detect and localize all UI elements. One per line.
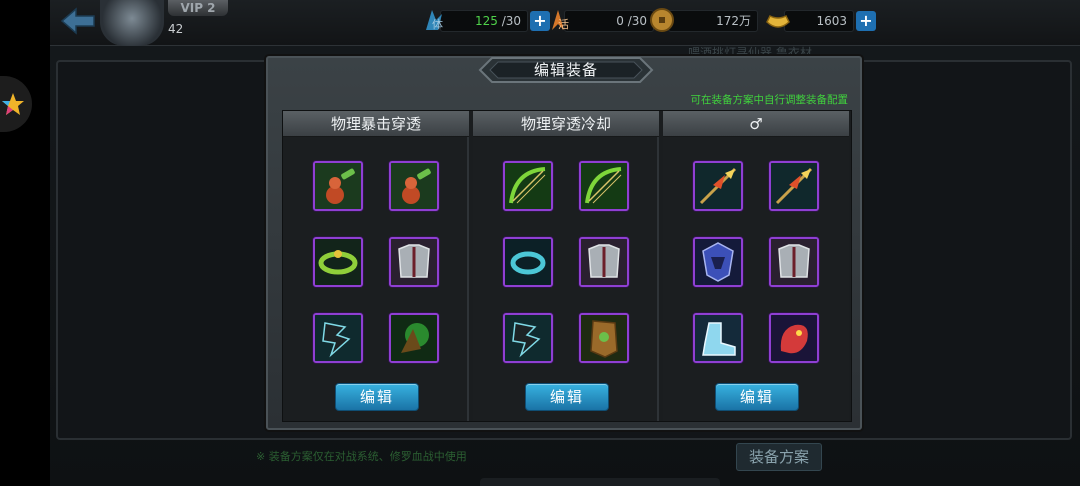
plan-usage-hint: ※ 装备方案仅在对战系统、修罗血战中使用 [256, 450, 467, 463]
bottom-handle [480, 478, 720, 486]
vitality-max: /30 [627, 14, 647, 28]
green-bow-icon[interactable] [579, 161, 629, 211]
blue-helmet-icon[interactable] [693, 237, 743, 287]
floating-assistant-button[interactable] [0, 76, 32, 132]
green-bow-icon[interactable] [503, 161, 553, 211]
green-amulet-icon[interactable] [389, 313, 439, 363]
gourd-flask-icon[interactable] [313, 161, 363, 211]
flame-spear-icon[interactable] [693, 161, 743, 211]
jade-ring-icon[interactable] [313, 237, 363, 287]
equipment-column: 物理穿透冷却 编辑 [473, 111, 659, 421]
gourd-flask-icon[interactable] [389, 161, 439, 211]
silver-armor-icon[interactable] [769, 237, 819, 287]
edit-plan-2-button[interactable]: 编辑 [525, 383, 609, 411]
back-arrow-icon[interactable] [58, 6, 98, 36]
ingot-resource: 1603 + [764, 10, 876, 32]
gold-value: 172万 [668, 10, 758, 32]
stamina-resource: 125 /30 体 + [420, 10, 550, 32]
silver-armor-icon[interactable] [389, 237, 439, 287]
gold-resource: 172万 [648, 8, 758, 32]
wooden-token-icon[interactable] [579, 313, 629, 363]
dialog-tip: 可在装备方案中自行调整装备配置 [690, 94, 849, 106]
red-dragon-icon[interactable] [769, 313, 819, 363]
player-level: 42 [168, 22, 184, 36]
vitality-label: 活 [558, 18, 569, 31]
gold-ingot-icon [766, 14, 790, 28]
edit-plan-1-button[interactable]: 编辑 [335, 383, 419, 411]
equipment-column: 物理暴击穿透 编辑 [283, 111, 469, 421]
flame-spear-icon[interactable] [769, 161, 819, 211]
silver-armor-icon[interactable] [579, 237, 629, 287]
player-avatar[interactable] [100, 0, 164, 46]
column-title: ♂ [663, 111, 849, 137]
vitality-value: 0 [616, 14, 624, 28]
stamina-label: 体 [432, 18, 443, 31]
dialog-title: 编辑装备 [533, 61, 598, 79]
equipment-columns: 物理暴击穿透 编辑 物理穿透冷却 编辑 ♂ 编辑 [282, 110, 852, 422]
equipment-plan-button[interactable]: 装备方案 [736, 443, 822, 471]
dialog-title-plate: 编辑装备 [478, 52, 654, 88]
ingot-value: 1603 [784, 10, 854, 32]
stamina-max: /30 [501, 14, 521, 28]
ingot-plus-button[interactable]: + [856, 11, 876, 31]
stamina-value: 125 [474, 14, 498, 28]
coin-icon [650, 8, 674, 32]
cyan-ring-icon[interactable] [503, 237, 553, 287]
column-title: 物理暴击穿透 [283, 111, 469, 137]
edit-plan-3-button[interactable]: 编辑 [715, 383, 799, 411]
star-icon [2, 93, 24, 115]
edit-equipment-dialog: 编辑装备 可在装备方案中自行调整装备配置 物理暴击穿透 编辑 物理穿透冷却 编辑… [266, 56, 862, 430]
vip-badge[interactable]: VIP 2 [168, 0, 228, 16]
column-title: 物理穿透冷却 [473, 111, 659, 137]
game-screen: VIP 2 42 125 /30 体 + 0 /30 活 172万 1603 +… [0, 0, 1080, 486]
left-system-strip [0, 0, 50, 486]
vitality-resource: 0 /30 活 [544, 10, 654, 32]
claw-gauntlet-icon[interactable] [503, 313, 553, 363]
claw-gauntlet-icon[interactable] [313, 313, 363, 363]
equipment-column: ♂ 编辑 [663, 111, 849, 421]
crystal-boots-icon[interactable] [693, 313, 743, 363]
